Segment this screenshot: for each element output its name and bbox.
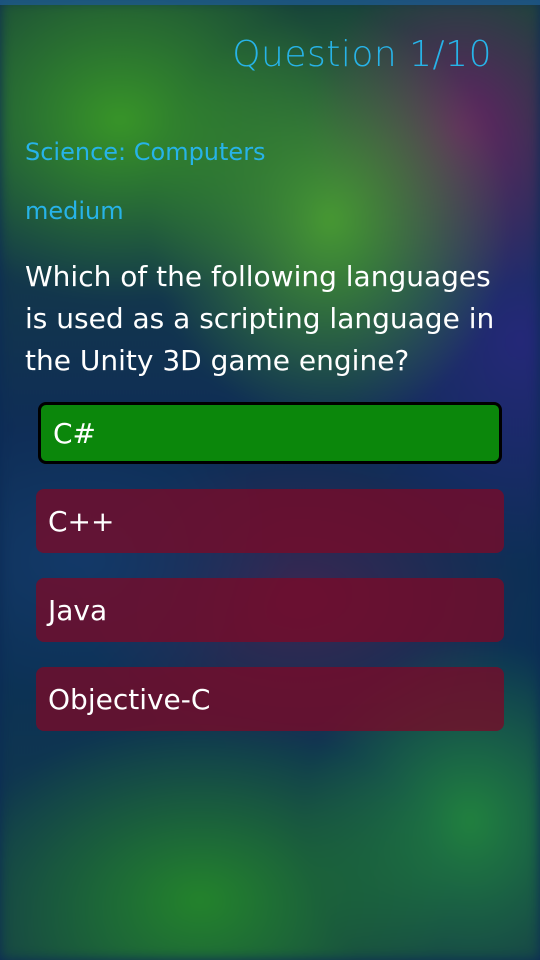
page-title: Question 1/10 bbox=[232, 34, 492, 75]
question-category: Science: Computers bbox=[25, 138, 266, 166]
top-status-line bbox=[0, 0, 540, 5]
answer-label: Objective-C bbox=[48, 682, 211, 716]
answer-button[interactable]: Objective-C bbox=[36, 667, 504, 731]
answer-button[interactable]: C++ bbox=[36, 489, 504, 553]
question-text: Which of the following languages is used… bbox=[25, 260, 495, 377]
answer-list: C# C++ Java Objective-C bbox=[36, 402, 504, 756]
answer-label: C# bbox=[53, 416, 97, 450]
answer-label: Java bbox=[48, 593, 108, 627]
quiz-screen: Question 1/10 Science: Computers medium … bbox=[0, 0, 540, 960]
answer-button[interactable]: Java bbox=[36, 578, 504, 642]
answer-button-correct[interactable]: C# bbox=[38, 402, 502, 464]
question-difficulty: medium bbox=[25, 197, 124, 225]
answer-label: C++ bbox=[48, 504, 115, 538]
